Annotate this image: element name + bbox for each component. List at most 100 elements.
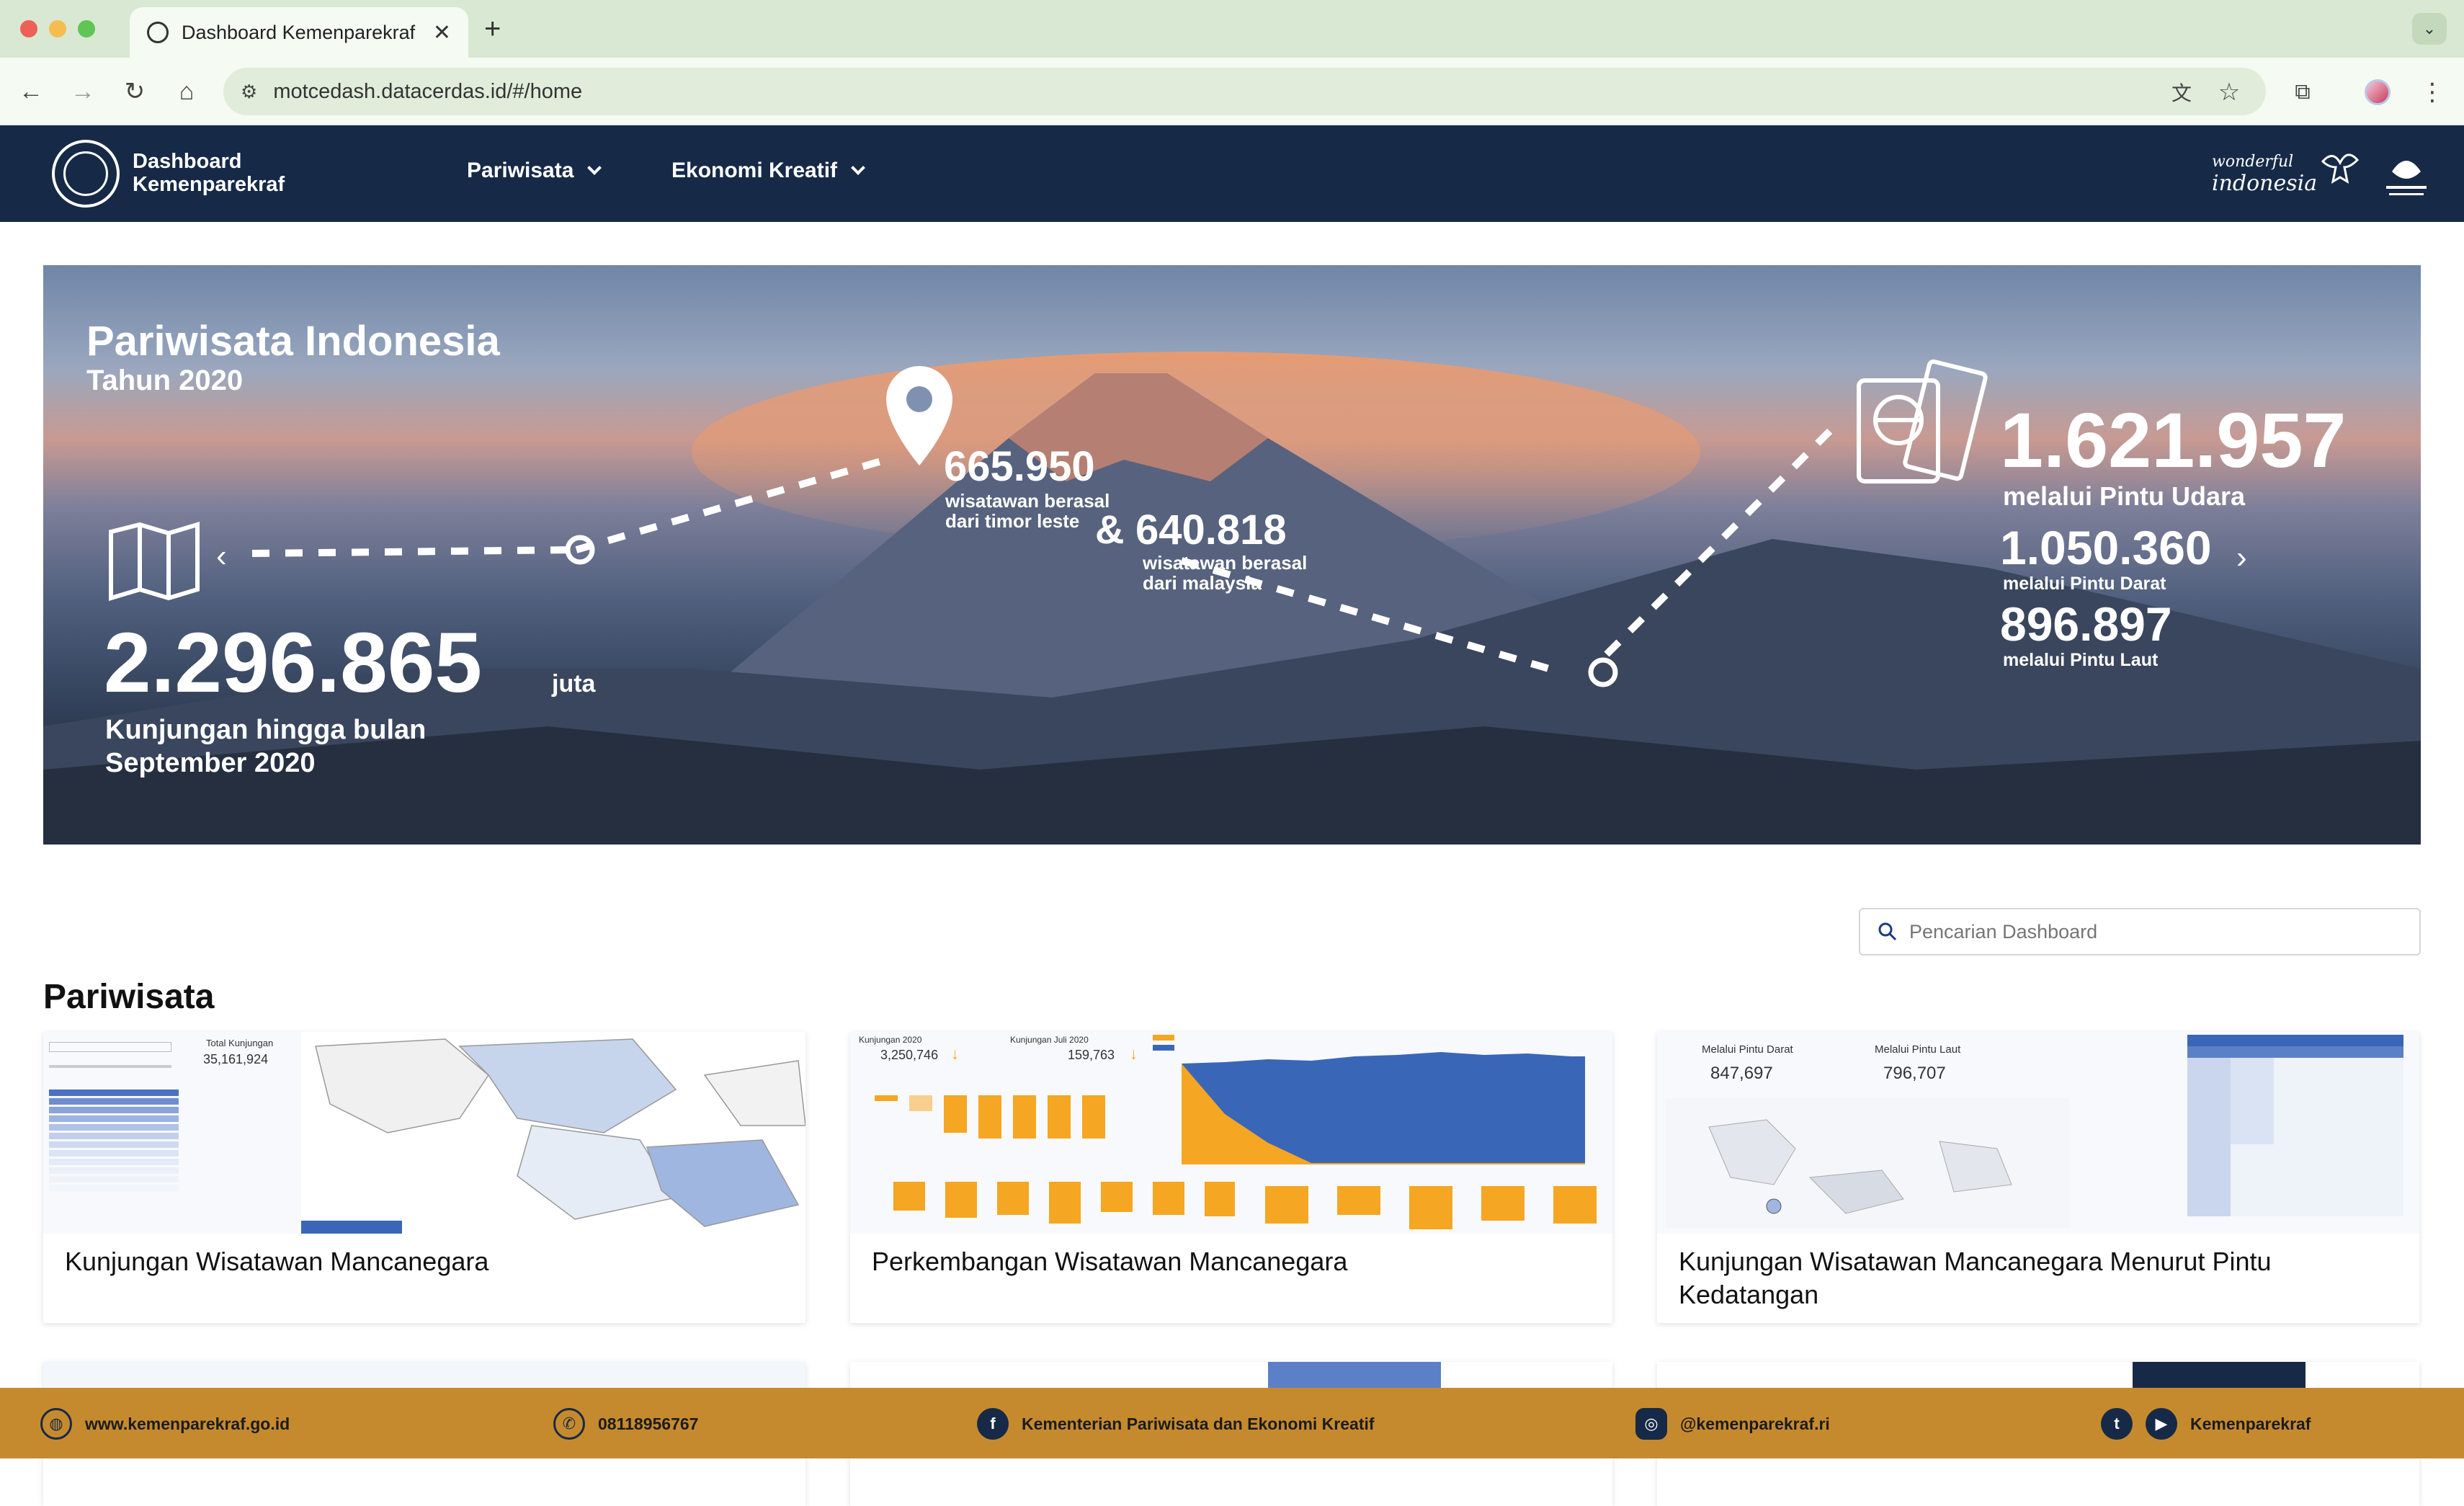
translate-icon[interactable]: 文 bbox=[2164, 75, 2199, 110]
close-window-button[interactable] bbox=[20, 20, 37, 37]
card-title: Kunjungan Wisatawan Mancanegara Menurut … bbox=[1679, 1247, 2272, 1309]
banner-title: Pariwisata Indonesia bbox=[86, 318, 500, 365]
kemenparekraf-logo[interactable] bbox=[52, 140, 120, 208]
dashboard-search[interactable] bbox=[1859, 908, 2421, 955]
chevron-down-icon bbox=[587, 161, 602, 175]
thumb-left-value: 3,250,746 bbox=[880, 1048, 939, 1062]
thumb-right-value: 159,763 bbox=[1068, 1048, 1115, 1062]
thumb-area-chart bbox=[1153, 1035, 1585, 1164]
thumb-world-map bbox=[301, 1032, 805, 1234]
garuda-bird-icon bbox=[2321, 153, 2360, 184]
footer-facebook-text: Kementerian Pariwisata dan Ekonomi Kreat… bbox=[1022, 1414, 1375, 1433]
indonesia-text: indonesia bbox=[2212, 171, 2318, 196]
tab-favicon-icon bbox=[147, 22, 169, 43]
menu-ekonomi-kreatif-label: Ekonomi Kreatif bbox=[671, 159, 838, 182]
tab-search-chevron-icon[interactable]: ⌄ bbox=[2412, 13, 2447, 45]
banner-year: Tahun 2020 bbox=[86, 365, 244, 396]
browser-tab-strip: Dashboard Kemenparekraf ✕ + ⌄ bbox=[0, 0, 2464, 58]
menu-ekonomi-kreatif[interactable]: Ekonomi Kreatif bbox=[671, 159, 865, 183]
browser-menu-icon[interactable]: ⋮ bbox=[2415, 75, 2450, 110]
bangga-buatan-indonesia-logo bbox=[2386, 161, 2427, 195]
thumb-bar-chart-benua bbox=[1265, 1186, 1597, 1229]
dashboard-card-kunjungan[interactable]: Total Kunjungan 35,161,924 Kunjungan Wis… bbox=[43, 1032, 805, 1323]
brand-title[interactable]: Dashboard Kemenparekraf bbox=[133, 150, 285, 196]
extensions-icon[interactable]: ⧉ bbox=[2285, 75, 2320, 110]
card-thumbnail: Total Kunjungan 35,161,924 bbox=[43, 1032, 805, 1234]
youtube-icon: ▶ bbox=[2146, 1408, 2177, 1440]
thumb-right-label: Kunjungan Juli 2020 bbox=[1010, 1035, 1089, 1045]
thumb-right-value: 796,707 bbox=[1883, 1064, 1946, 1083]
wonderful-text: wonderful bbox=[2212, 153, 2294, 171]
banner-udara-value: 1.621.957 bbox=[2000, 396, 2347, 484]
banner-total-unit: juta bbox=[552, 670, 596, 698]
minimize-window-button[interactable] bbox=[49, 20, 66, 37]
wonderful-indonesia-logo: wonderful indonesia bbox=[2212, 151, 2317, 195]
thumb-bar-chart-kebangsaan bbox=[893, 1182, 1235, 1224]
thumb-bottom-bar bbox=[301, 1221, 402, 1234]
banner-laut-value: 896.897 bbox=[2000, 597, 2172, 651]
new-tab-button[interactable]: + bbox=[484, 13, 501, 45]
footer-social[interactable]: t ▶ Kemenparekraf bbox=[2101, 1408, 2311, 1440]
footer-website[interactable]: ◍ www.kemenparekraf.go.id bbox=[40, 1408, 290, 1440]
site-settings-icon[interactable]: ⚙ bbox=[241, 81, 257, 103]
footer-website-text: www.kemenparekraf.go.id bbox=[85, 1414, 290, 1433]
banner-total-caption-1: Kunjungan hingga bulan bbox=[105, 715, 427, 745]
chevron-down-icon bbox=[851, 161, 865, 175]
menu-pariwisata[interactable]: Pariwisata bbox=[467, 159, 602, 183]
prev-arrow-icon: ‹ bbox=[216, 538, 227, 574]
next-arrow-icon: › bbox=[2236, 540, 2247, 575]
banner-total-value: 2.296.865 bbox=[104, 615, 482, 710]
thumb-left-label: Kunjungan 2020 bbox=[859, 1035, 922, 1045]
browser-tab[interactable]: Dashboard Kemenparekraf ✕ bbox=[130, 7, 468, 58]
thumb-right-label: Melalui Pintu Laut bbox=[1875, 1043, 1961, 1056]
whatsapp-icon: ✆ bbox=[553, 1408, 585, 1440]
footer-phone-text: 08118956767 bbox=[598, 1414, 699, 1433]
maximize-window-button[interactable] bbox=[78, 20, 95, 37]
thumb-filter-panel bbox=[49, 1042, 186, 1229]
banner-malaysia-caption-2: dari malaysia bbox=[1143, 572, 1262, 594]
footer-instagram[interactable]: ◎ @kemenparekraf.ri bbox=[1635, 1408, 1830, 1440]
card-title: Perkembangan Wisatawan Mancanegara bbox=[872, 1247, 1348, 1276]
thumb-orange-down-arrow-icon: ↓ bbox=[951, 1045, 959, 1063]
search-input[interactable] bbox=[1909, 920, 2399, 943]
dashboard-card-pintu-kedatangan[interactable]: Melalui Pintu Darat 847,697 Melalui Pint… bbox=[1657, 1032, 2419, 1323]
instagram-icon: ◎ bbox=[1635, 1408, 1667, 1440]
menu-pariwisata-label: Pariwisata bbox=[467, 159, 574, 182]
site-header: Dashboard Kemenparekraf Pariwisata Ekono… bbox=[0, 125, 2464, 222]
reload-button[interactable]: ↻ bbox=[117, 73, 153, 110]
passport-ticket-icon bbox=[1857, 359, 1988, 484]
footer-instagram-text: @kemenparekraf.ri bbox=[1680, 1414, 1830, 1433]
dashboard-card-perkembangan[interactable]: Kunjungan 2020 3,250,746 Kunjungan Juli … bbox=[850, 1032, 1612, 1323]
twitter-icon: t bbox=[2101, 1408, 2133, 1440]
tab-close-icon[interactable]: ✕ bbox=[433, 20, 451, 45]
search-icon bbox=[1878, 922, 1897, 941]
footer-whatsapp[interactable]: ✆ 08118956767 bbox=[553, 1408, 698, 1440]
home-button[interactable]: ⌂ bbox=[169, 73, 205, 110]
thumb-table bbox=[2187, 1035, 2403, 1216]
banner-timor-value: 665.950 bbox=[944, 443, 1095, 490]
footer-facebook[interactable]: f Kementerian Pariwisata dan Ekonomi Kre… bbox=[977, 1408, 1375, 1440]
banner-malaysia-value: 640.818 bbox=[1135, 507, 1287, 553]
back-button[interactable]: ← bbox=[13, 73, 49, 110]
profile-avatar[interactable] bbox=[2365, 79, 2391, 105]
map-icon bbox=[109, 521, 200, 602]
thumb-orange-down-arrow-icon: ↓ bbox=[1130, 1045, 1138, 1063]
thumb-left-label: Melalui Pintu Darat bbox=[1702, 1043, 1793, 1056]
site-footer: ◍ www.kemenparekraf.go.id ✆ 08118956767 … bbox=[0, 1388, 2464, 1458]
url-text: motcedash.datacerdas.id/#/home bbox=[273, 79, 583, 103]
address-bar[interactable]: ⚙ motcedash.datacerdas.id/#/home bbox=[223, 68, 2266, 115]
facebook-icon: f bbox=[977, 1408, 1009, 1440]
section-title-pariwisata: Pariwisata bbox=[43, 978, 215, 1016]
hero-banner: ‹ › Pariwisata Indonesia Tahun 2020 2.29… bbox=[43, 265, 2421, 845]
banner-darat-value: 1.050.360 bbox=[2000, 521, 2212, 574]
banner-darat-caption: melalui Pintu Darat bbox=[2003, 574, 2166, 594]
thumb-total-value: 35,161,924 bbox=[203, 1052, 269, 1066]
banner-laut-caption: melalui Pintu Laut bbox=[2003, 650, 2159, 670]
forward-button[interactable]: → bbox=[65, 73, 101, 110]
brand-line-2: Kemenparekraf bbox=[133, 173, 285, 196]
browser-toolbar: ← → ↻ ⌂ ⚙ motcedash.datacerdas.id/#/home… bbox=[0, 58, 2464, 125]
banner-timor-caption-1: wisatawan berasal bbox=[945, 490, 1110, 512]
bookmark-star-icon[interactable]: ☆ bbox=[2212, 75, 2246, 110]
brand-line-1: Dashboard bbox=[133, 150, 242, 173]
footer-social-text: Kemenparekraf bbox=[2190, 1414, 2311, 1433]
